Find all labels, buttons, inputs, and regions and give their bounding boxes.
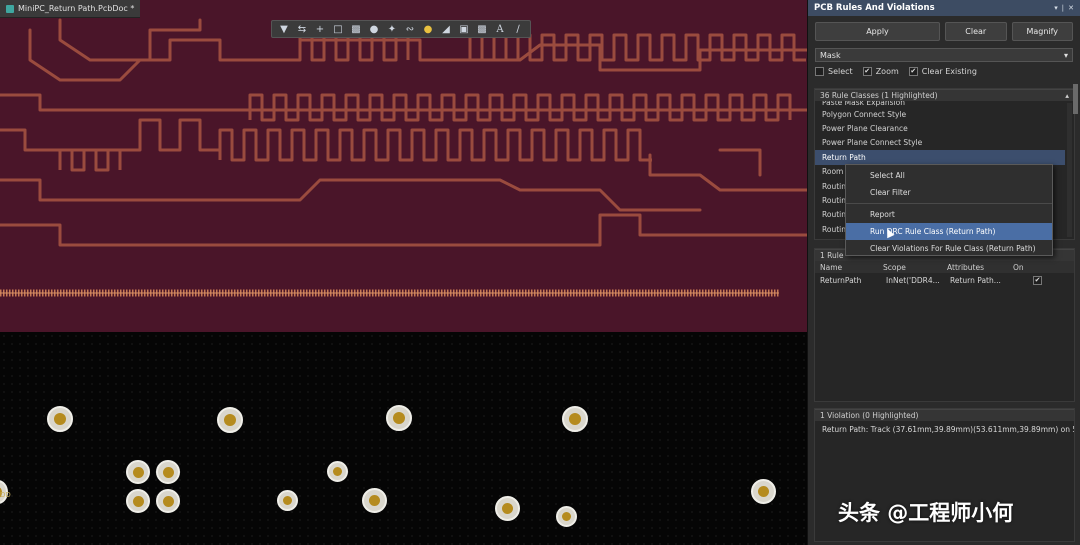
via-pad[interactable] (556, 506, 577, 527)
via-pad[interactable] (126, 489, 150, 513)
apply-button[interactable]: Apply (815, 22, 940, 41)
menu-separator (846, 203, 1052, 204)
magnify-button[interactable]: Magnify (1011, 22, 1074, 41)
rules-column-headers: Name Scope Attributes On (815, 261, 1074, 273)
chevron-up-icon[interactable]: ▴ (1065, 91, 1069, 100)
rule-scope: InNet('DDR4... (886, 276, 940, 285)
panel-title: PCB Rules And Violations (814, 3, 935, 13)
via-pad[interactable] (562, 406, 588, 432)
rule-name: ReturnPath (820, 276, 862, 285)
filter-icon[interactable]: ▼ (277, 22, 291, 36)
violations-header-text: 1 Violation (0 Highlighted) (820, 411, 919, 420)
zoom-checkbox[interactable]: ✔ Zoom (862, 67, 899, 76)
options-row: Select ✔ Zoom ✔ Clear Existing (808, 62, 1080, 81)
pcb-traces (0, 18, 807, 297)
active-bar-toolbar: ▼ ⇆ + □ ▩ ● ✦ ∾ ● ◢ ▣ ▩ A ∕ (271, 20, 531, 38)
mask-mode-value: Mask (820, 50, 841, 60)
clear-existing-label: Clear Existing (921, 67, 977, 76)
column-attributes[interactable]: Attributes (942, 263, 1008, 272)
document-tab-title: MiniPC_Return Path.PcbDoc * (18, 4, 135, 13)
rules-header-text: 1 Rule (820, 251, 844, 260)
pcb-document-icon (6, 4, 14, 13)
rule-class-item[interactable]: Power Plane Connect Style (815, 136, 1065, 150)
component-icon[interactable]: ▩ (349, 22, 363, 36)
panel-window-controls[interactable]: ▾ ❘ ✕ (1054, 4, 1074, 12)
select-checkbox[interactable]: Select (815, 67, 853, 76)
checkbox-box[interactable] (815, 67, 824, 76)
text-icon[interactable]: A (493, 22, 507, 36)
clear-button[interactable]: Clear (944, 22, 1007, 41)
via-pad[interactable] (47, 406, 73, 432)
mask-mode-select[interactable]: Mask ▾ (815, 48, 1073, 62)
action-buttons: Apply Clear Magnify (808, 16, 1080, 41)
menu-item-select-all[interactable]: Select All (846, 167, 1052, 184)
column-name[interactable]: Name (815, 263, 878, 272)
arc-icon[interactable]: ∾ (403, 22, 417, 36)
pcb-canvas[interactable]: MiniPC_Return Path.PcbDoc * ▼ ⇆ + □ ▩ ● … (0, 0, 807, 545)
wand-icon[interactable]: ✦ (385, 22, 399, 36)
menu-item-run-drc-rule-class[interactable]: Run DRC Rule Class (Return Path) (846, 223, 1052, 240)
via-pad[interactable] (751, 479, 776, 504)
select-label: Select (828, 67, 853, 76)
column-on[interactable]: On (1008, 263, 1048, 272)
via-pad[interactable] (327, 461, 348, 482)
checkbox-box[interactable]: ✔ (908, 67, 918, 76)
rule-classes-scrollbar[interactable] (1067, 103, 1072, 237)
via-pad[interactable] (126, 460, 150, 484)
via-pad[interactable] (156, 460, 180, 484)
pcb-board-region (0, 0, 807, 332)
rule-class-item[interactable]: Power Plane Clearance (815, 121, 1065, 135)
document-tab[interactable]: MiniPC_Return Path.PcbDoc * (0, 0, 141, 18)
rule-class-item-selected[interactable]: Return Path (815, 150, 1065, 165)
rule-class-item[interactable]: Polygon Connect Style (815, 107, 1065, 121)
menu-item-clear-filter[interactable]: Clear Filter (846, 184, 1052, 201)
via-pad[interactable] (217, 407, 243, 433)
line-icon[interactable]: ∕ (511, 22, 525, 36)
net-label: DD (0, 491, 11, 499)
via-pad[interactable] (495, 496, 520, 521)
poly-icon[interactable]: ◢ (439, 22, 453, 36)
menu-item-report[interactable]: Report (846, 206, 1052, 223)
rect-select-icon[interactable]: □ (331, 22, 345, 36)
violation-item[interactable]: Return Path: Track (37.61mm,39.89mm)(53.… (815, 421, 1074, 438)
rule-classes-header: 36 Rule Classes (1 Highlighted) ▴ (815, 89, 1074, 101)
menu-item-clear-violations[interactable]: Clear Violations For Rule Class (Return … (846, 240, 1052, 257)
context-menu: Select All Clear Filter Report Run DRC R… (845, 164, 1053, 256)
violations-header: 1 Violation (0 Highlighted) (815, 409, 1074, 421)
rules-table: 1 Rule Name Scope Attributes On ReturnPa… (814, 248, 1075, 402)
bulb-icon[interactable]: ● (421, 22, 435, 36)
cross-icon[interactable]: + (313, 22, 327, 36)
checkbox-box[interactable]: ✔ (862, 67, 872, 76)
table-row[interactable]: ReturnPath InNet('DDR4... Return Path...… (815, 273, 1074, 288)
pad-icon[interactable]: ● (367, 22, 381, 36)
shape-icon[interactable]: ▣ (457, 22, 471, 36)
via-pad[interactable] (386, 405, 412, 431)
rule-enabled-checkbox[interactable]: ✔ (1033, 276, 1042, 285)
column-scope[interactable]: Scope (878, 263, 942, 272)
clear-existing-checkbox[interactable]: ✔ Clear Existing (908, 67, 977, 76)
app-window: MiniPC_Return Path.PcbDoc * ▼ ⇆ + □ ▩ ● … (0, 0, 1080, 545)
via-pad[interactable] (277, 490, 298, 511)
chart-icon[interactable]: ▩ (475, 22, 489, 36)
via-pad[interactable] (362, 488, 387, 513)
zoom-label: Zoom (875, 67, 899, 76)
route-icon[interactable]: ⇆ (295, 22, 309, 36)
via-pad[interactable] (156, 489, 180, 513)
rule-attributes: Return Path... (950, 276, 1001, 285)
panel-title-bar: PCB Rules And Violations ▾ ❘ ✕ (808, 0, 1080, 16)
pcb-grid (0, 332, 807, 545)
rule-classes-header-text: 36 Rule Classes (1 Highlighted) (820, 91, 938, 100)
chevron-down-icon: ▾ (1063, 50, 1068, 60)
scrollbar-thumb[interactable] (1073, 84, 1078, 114)
watermark: 头条 @工程师小何 (838, 501, 1014, 525)
